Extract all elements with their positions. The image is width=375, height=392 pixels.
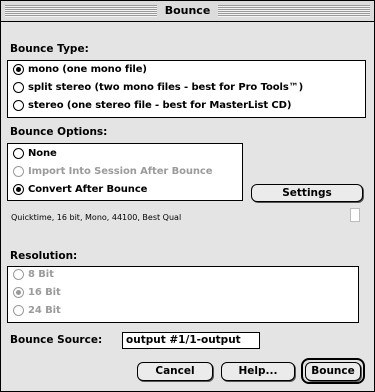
radio-import-session-label: Import Into Session After Bounce xyxy=(28,166,213,177)
window-title-container: Bounce xyxy=(1,3,374,19)
radio-8bit[interactable]: 8 Bit xyxy=(13,269,54,280)
info-scroll-indicator[interactable] xyxy=(350,208,360,222)
radio-24bit-button[interactable] xyxy=(13,305,24,316)
radio-none-label: None xyxy=(28,148,57,159)
bounce-type-label: Bounce Type: xyxy=(10,43,89,55)
cancel-button[interactable]: Cancel xyxy=(137,362,213,381)
radio-split-stereo-label: split stereo (two mono files - best for … xyxy=(28,82,304,93)
radio-8bit-button[interactable] xyxy=(13,269,24,280)
radio-16bit-label: 16 Bit xyxy=(28,287,61,298)
radio-none[interactable]: None xyxy=(13,148,57,159)
radio-import-session-button[interactable] xyxy=(13,166,24,177)
radio-16bit-button[interactable] xyxy=(13,287,24,298)
radio-convert-button[interactable] xyxy=(13,184,24,195)
radio-import-session[interactable]: Import Into Session After Bounce xyxy=(13,166,213,177)
radio-mono[interactable]: mono (one mono file) xyxy=(13,64,147,75)
bounce-options-label: Bounce Options: xyxy=(10,126,108,138)
radio-none-button[interactable] xyxy=(13,148,24,159)
radio-24bit-label: 24 Bit xyxy=(28,305,61,316)
radio-split-stereo[interactable]: split stereo (two mono files - best for … xyxy=(13,82,303,93)
bounce-button[interactable]: Bounce xyxy=(305,362,361,381)
bounce-dialog: Bounce Bounce Type: mono (one mono file)… xyxy=(0,0,375,392)
bounce-source-popup[interactable]: output #1/1-output xyxy=(122,332,260,349)
resolution-group: 8 Bit 16 Bit 24 Bit xyxy=(7,266,359,323)
title-bar[interactable]: Bounce xyxy=(1,1,374,22)
radio-stereo[interactable]: stereo (one stereo file - best for Maste… xyxy=(13,100,291,111)
radio-stereo-button[interactable] xyxy=(13,100,24,111)
radio-split-stereo-button[interactable] xyxy=(13,82,24,93)
bounce-type-group: mono (one mono file) split stereo (two m… xyxy=(7,60,366,118)
window-title: Bounce xyxy=(158,4,217,17)
help-button[interactable]: Help... xyxy=(221,362,295,381)
radio-mono-label: mono (one mono file) xyxy=(28,64,147,75)
radio-convert-label: Convert After Bounce xyxy=(28,184,148,195)
resolution-label: Resolution: xyxy=(10,250,78,262)
radio-stereo-label: stereo (one stereo file - best for Maste… xyxy=(28,100,292,111)
convert-info-text: Quicktime, 16 bit, Mono, 44100, Best Qua… xyxy=(11,213,182,222)
bounce-source-label: Bounce Source: xyxy=(10,334,103,346)
radio-8bit-label: 8 Bit xyxy=(28,269,54,280)
bounce-options-group: None Import Into Session After Bounce Co… xyxy=(7,143,243,201)
radio-mono-button[interactable] xyxy=(13,64,24,75)
radio-convert[interactable]: Convert After Bounce xyxy=(13,184,147,195)
radio-16bit[interactable]: 16 Bit xyxy=(13,287,61,298)
settings-button[interactable]: Settings xyxy=(251,184,363,202)
radio-24bit[interactable]: 24 Bit xyxy=(13,305,61,316)
